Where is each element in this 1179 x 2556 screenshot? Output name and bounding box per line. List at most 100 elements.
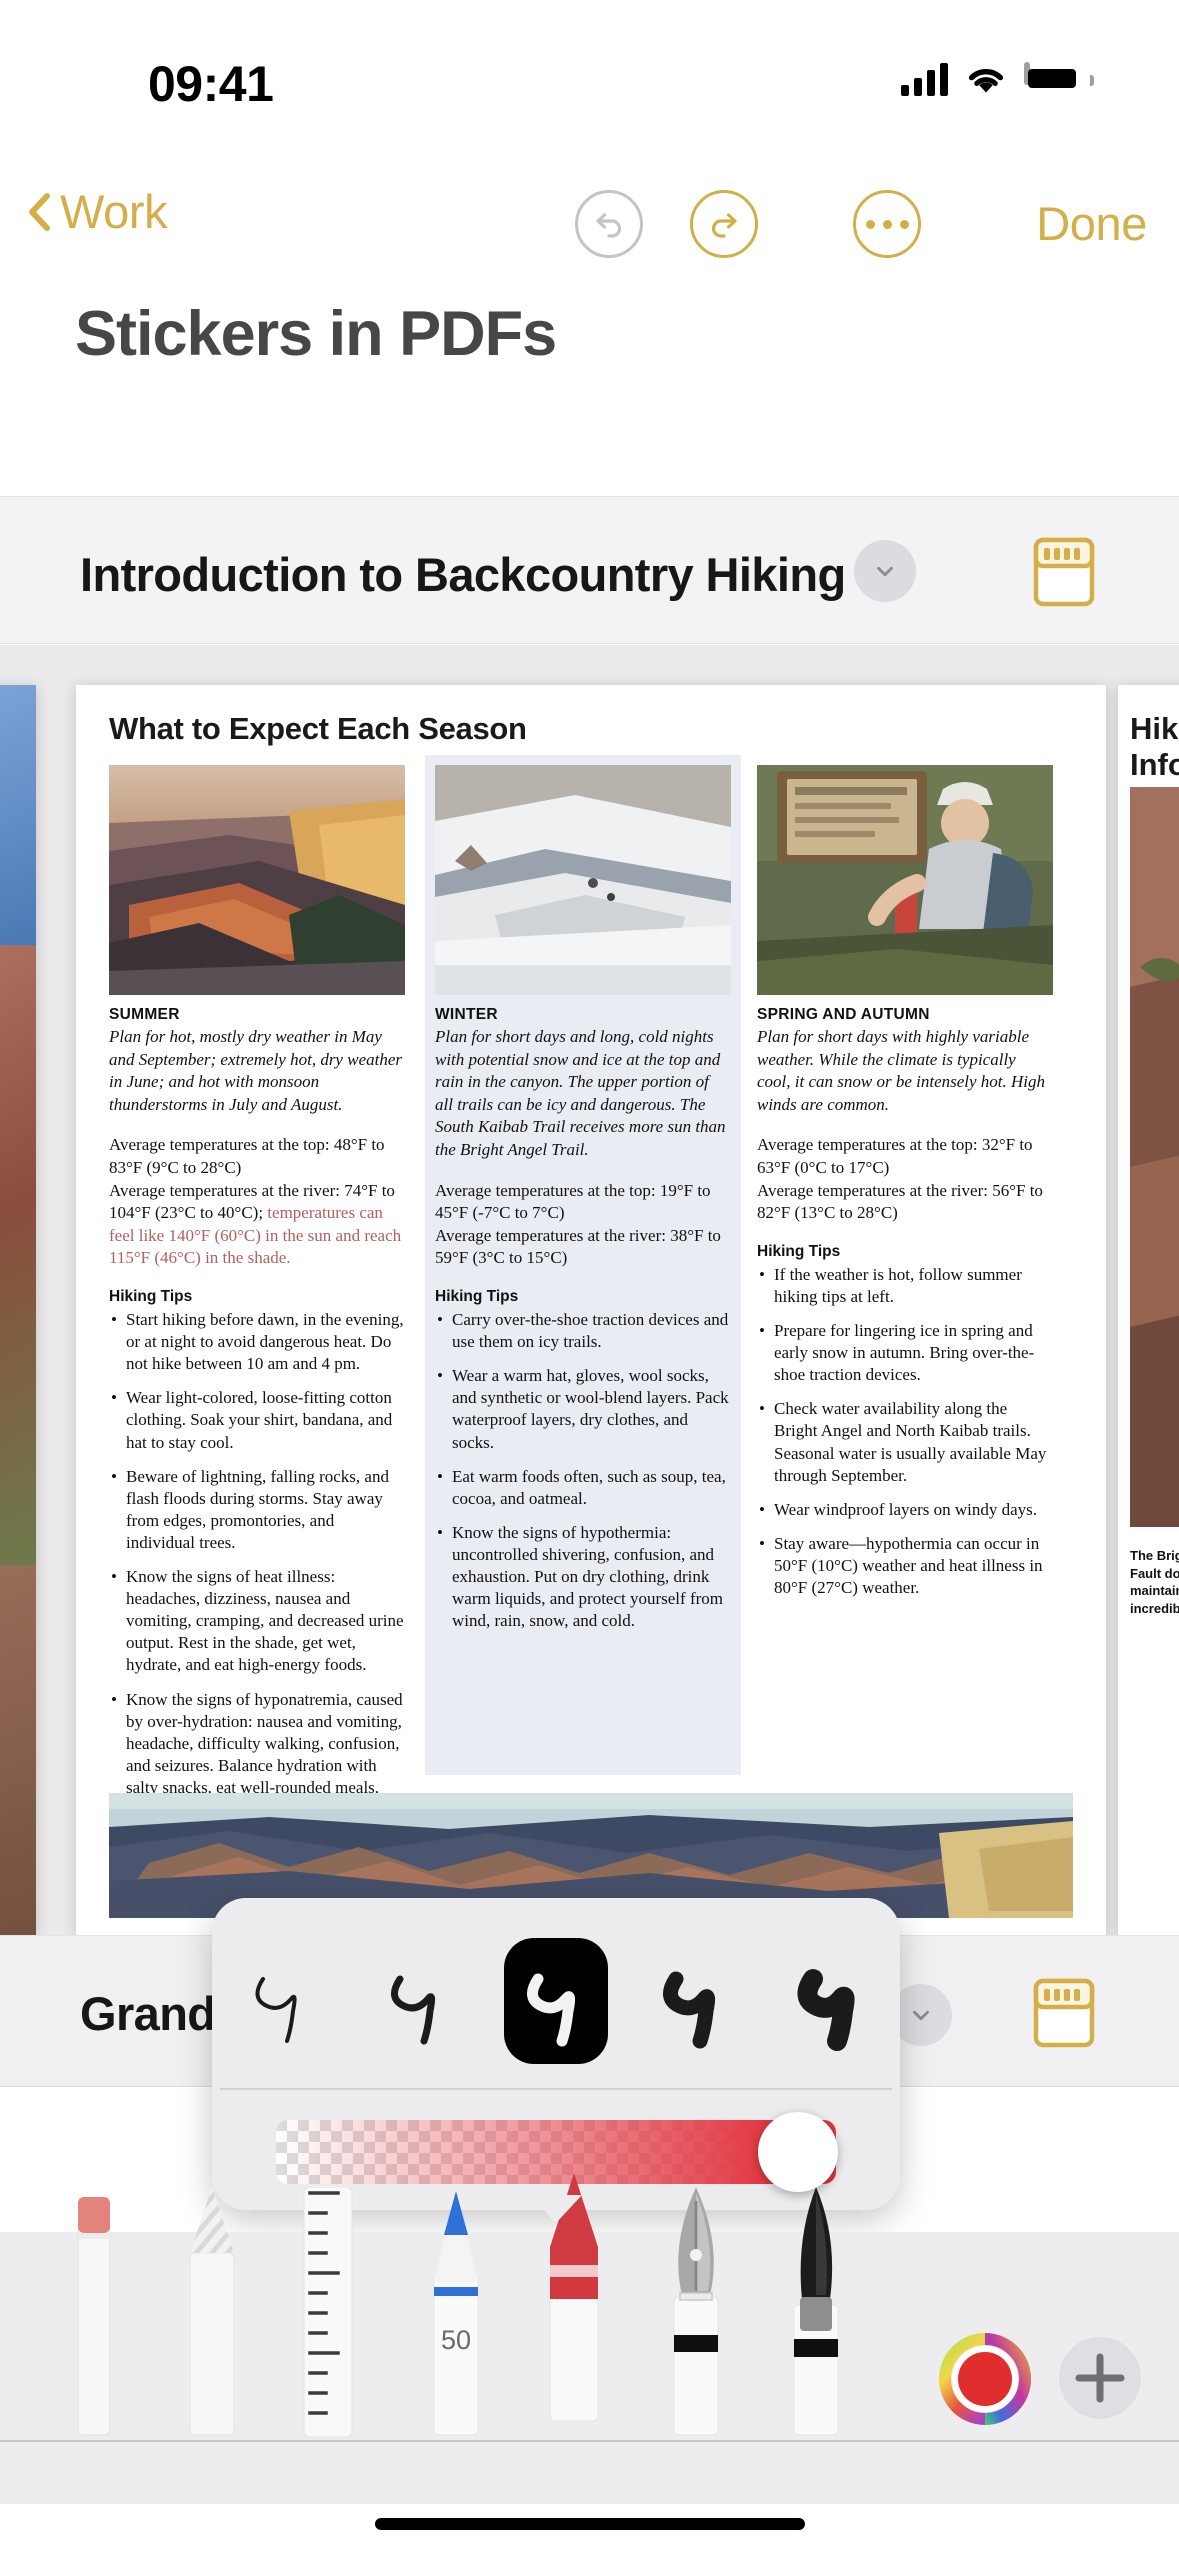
fountain-pen-tool[interactable] bbox=[652, 2187, 740, 2442]
season-column-summer: SUMMER Plan for hot, mostly dry weather … bbox=[109, 765, 405, 1833]
stroke-option-heavy[interactable] bbox=[625, 1932, 763, 2070]
cellular-bars-icon bbox=[901, 62, 948, 96]
tips-heading: Hiking Tips bbox=[109, 1288, 193, 1306]
status-bar: 09:41 bbox=[0, 0, 1179, 140]
pen-size-value: 50 bbox=[441, 2325, 471, 2355]
stroke-option-light[interactable] bbox=[350, 1932, 488, 2070]
season-temps: Average temperatures at the top: 19°F to… bbox=[435, 1180, 731, 1270]
tips-heading: Hiking Tips bbox=[757, 1242, 841, 1260]
list-item: Eat warm foods often, such as soup, tea,… bbox=[435, 1466, 731, 1510]
season-label: SPRING AND AUTUMN bbox=[757, 1006, 930, 1023]
page-thumbnails-button-1[interactable] bbox=[1033, 537, 1095, 607]
stroke-preview-icon bbox=[255, 1977, 297, 2043]
temp-top: Average temperatures at the top: 19°F to… bbox=[435, 1180, 711, 1223]
temp-top: Average temperatures at the top: 48°F to… bbox=[109, 1135, 385, 1178]
popup-divider bbox=[220, 2088, 892, 2090]
list-item: Start hiking before dawn, in the evening… bbox=[109, 1309, 405, 1375]
chapter-title-1: Introduction to Backcountry Hiking bbox=[80, 548, 846, 601]
grand-canyon-sunrise-photo bbox=[109, 765, 405, 995]
temp-river: Average temperatures at the river: 38°F … bbox=[435, 1225, 721, 1268]
chevron-down-icon bbox=[913, 2010, 929, 2021]
undo-icon bbox=[596, 213, 622, 238]
stroke-preview-icon bbox=[391, 1975, 436, 2045]
home-indicator[interactable] bbox=[374, 2518, 805, 2530]
tips-heading: Hiking Tips bbox=[435, 1288, 519, 1306]
next-page-caption: The BrighFault dowmaintaineincredibly bbox=[1130, 1548, 1179, 1616]
stroke-option-medium[interactable] bbox=[487, 1932, 625, 2070]
next-page-heading: Hikin Infor bbox=[1130, 711, 1179, 782]
status-indicators bbox=[901, 62, 1094, 96]
status-time: 09:41 bbox=[148, 56, 274, 112]
page-thumbnails-icon bbox=[1033, 1978, 1095, 2048]
opacity-slider-knob[interactable] bbox=[758, 2112, 838, 2192]
stroke-size-popup[interactable] bbox=[212, 1898, 900, 2210]
season-temps: Average temperatures at the top: 48°F to… bbox=[109, 1134, 405, 1270]
tips-list-spring-autumn: If the weather is hot, follow summer hik… bbox=[757, 1264, 1053, 1599]
season-temps: Average temperatures at the top: 32°F to… bbox=[757, 1134, 1053, 1224]
pdf-page-current[interactable]: What to Expect Each Season SUMMER Plan f… bbox=[76, 685, 1106, 1935]
stroke-preview-icon bbox=[526, 1973, 576, 2047]
season-label: SUMMER bbox=[109, 1006, 180, 1023]
pencil-tool[interactable] bbox=[170, 2187, 254, 2442]
next-page-heading-line1: Hikin bbox=[1130, 711, 1179, 746]
list-item: Check water availability along the Brigh… bbox=[757, 1398, 1053, 1486]
pdf-section-heading: What to Expect Each Season bbox=[109, 711, 527, 746]
battery-full-icon bbox=[1024, 62, 1094, 96]
pdf-page-scroll-area[interactable]: What to Expect Each Season SUMMER Plan f… bbox=[0, 645, 1179, 1935]
pdf-page-previous[interactable] bbox=[0, 685, 36, 1935]
eraser-tool[interactable] bbox=[56, 2187, 130, 2442]
chapter-header-1: Introduction to Backcountry Hiking bbox=[0, 496, 1179, 644]
plus-icon bbox=[1059, 2337, 1141, 2419]
list-item: Carry over-the-shoe traction devices and… bbox=[435, 1309, 731, 1353]
stroke-preview-icon bbox=[662, 1971, 715, 2049]
list-item: If the weather is hot, follow summer hik… bbox=[757, 1264, 1053, 1308]
temp-river: Average temperatures at the river: 56°F … bbox=[757, 1180, 1043, 1223]
list-item: Know the signs of hypothermia: uncontrol… bbox=[435, 1522, 731, 1632]
pen-tool[interactable]: 50 bbox=[412, 2187, 500, 2442]
list-item: Wear a warm hat, gloves, wool socks, and… bbox=[435, 1365, 731, 1453]
pdf-page-next[interactable]: Hikin Infor The BrighFault dowmaintainei… bbox=[1118, 685, 1179, 1935]
season-column-spring-autumn: SPRING AND AUTUMN Plan for short days wi… bbox=[757, 765, 1053, 1611]
canyon-cliff-photo bbox=[1130, 787, 1179, 1527]
page-title: Stickers in PDFs bbox=[75, 299, 557, 369]
stroke-size-row bbox=[212, 1926, 900, 2076]
redo-button[interactable] bbox=[690, 190, 758, 258]
chapter-collapse-button-1[interactable] bbox=[854, 540, 916, 602]
stroke-preview-icon bbox=[797, 1969, 855, 2051]
back-button[interactable]: Work bbox=[28, 184, 168, 239]
stroke-option-extra-heavy[interactable] bbox=[762, 1932, 900, 2070]
temp-river: Average temperatures at the river: 74°F … bbox=[109, 1180, 405, 1270]
list-item: Stay aware—hypothermia can occur in 50°F… bbox=[757, 1533, 1053, 1599]
more-options-button[interactable] bbox=[853, 190, 921, 258]
season-label: WINTER bbox=[435, 1006, 498, 1023]
season-intro: Plan for short days with highly variable… bbox=[757, 1027, 1046, 1114]
popup-tail bbox=[530, 2195, 582, 2223]
list-item: Prepare for lingering ice in spring and … bbox=[757, 1320, 1053, 1386]
tips-list-winter: Carry over-the-shoe traction devices and… bbox=[435, 1309, 731, 1632]
ruler-tool[interactable] bbox=[286, 2186, 370, 2442]
color-picker-button[interactable] bbox=[937, 2331, 1033, 2432]
back-button-label: Work bbox=[60, 185, 168, 238]
season-intro: Plan for hot, mostly dry weather in May … bbox=[109, 1027, 403, 1114]
stroke-option-thin[interactable] bbox=[212, 1932, 350, 2070]
wifi-icon bbox=[964, 62, 1008, 96]
navigation-bar: Work Done bbox=[0, 170, 1179, 280]
page-thumbnails-icon bbox=[1033, 537, 1095, 607]
undo-button[interactable] bbox=[575, 190, 643, 258]
list-item: Beware of lightning, falling rocks, and … bbox=[109, 1466, 405, 1554]
season-column-winter: WINTER Plan for short days and long, col… bbox=[425, 755, 741, 1775]
next-page-heading-line2: Infor bbox=[1130, 746, 1179, 782]
add-tool-button[interactable] bbox=[1057, 2335, 1143, 2426]
marker-tool[interactable] bbox=[772, 2187, 860, 2442]
tips-list-summer: Start hiking before dawn, in the evening… bbox=[109, 1309, 405, 1821]
more-ellipsis-icon bbox=[865, 219, 909, 229]
snowy-canyon-trail-photo bbox=[435, 765, 731, 995]
page-thumbnails-button-2[interactable] bbox=[1033, 1978, 1095, 2048]
done-button[interactable]: Done bbox=[1036, 196, 1147, 251]
markup-tool-palette[interactable]: 50 bbox=[0, 2173, 1179, 2504]
redo-icon bbox=[711, 213, 737, 238]
season-intro: Plan for short days and long, cold night… bbox=[435, 1027, 726, 1160]
temp-top: Average temperatures at the top: 32°F to… bbox=[757, 1135, 1033, 1178]
chevron-down-icon bbox=[877, 566, 893, 577]
list-item: Know the signs of heat illness: headache… bbox=[109, 1566, 405, 1676]
